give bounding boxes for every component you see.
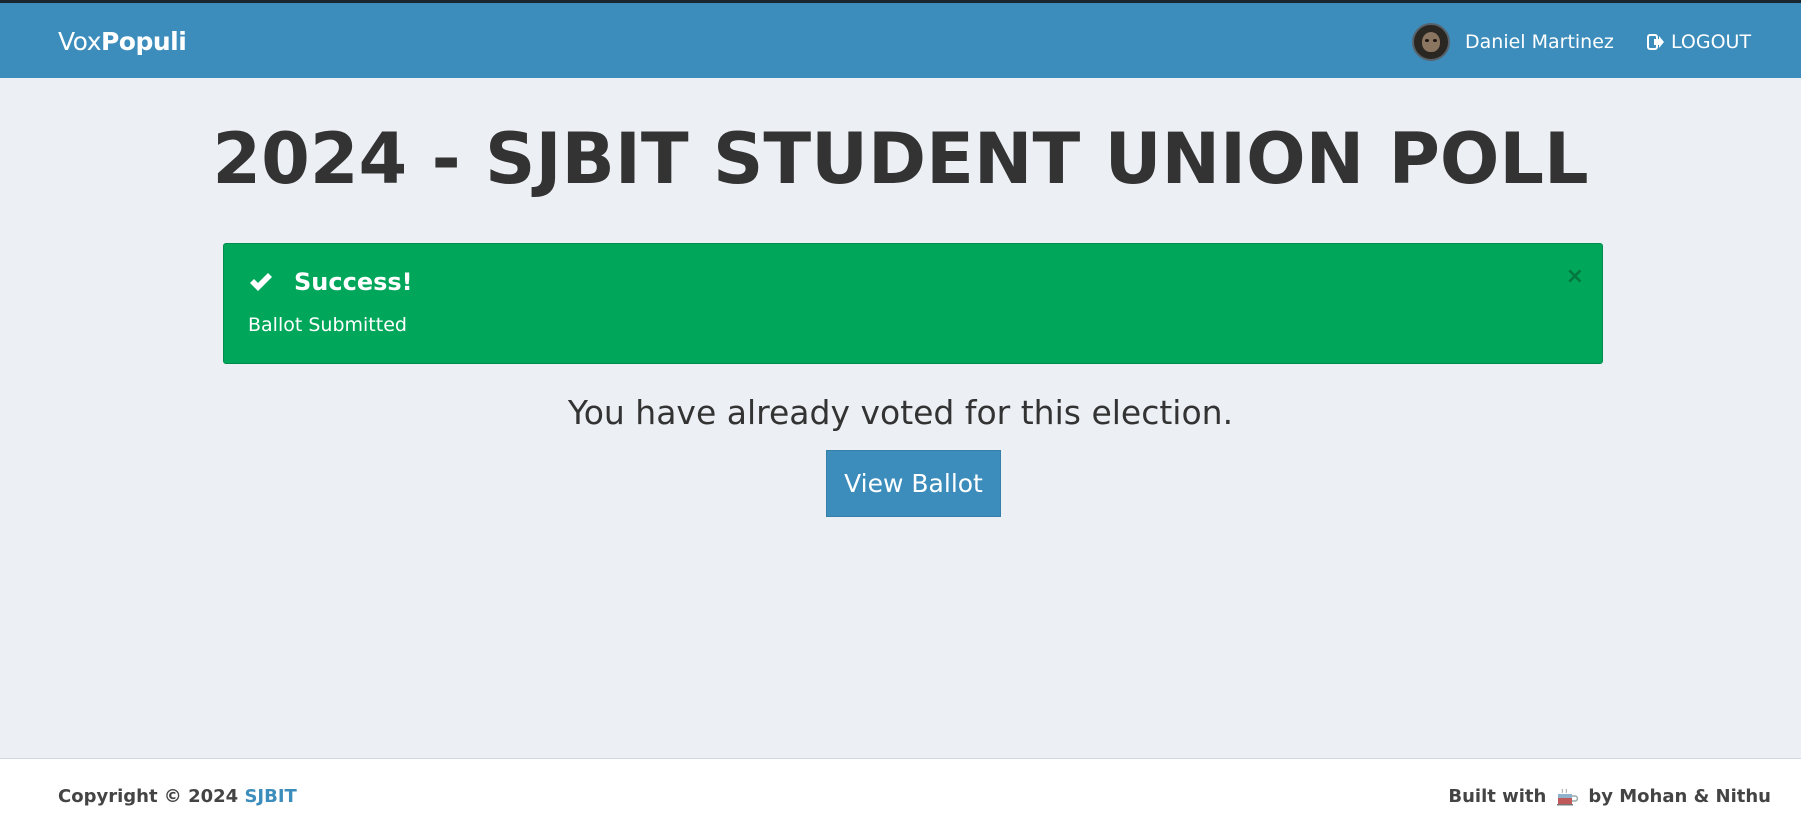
alert-title: Success! (294, 268, 413, 296)
brand-light: Vox (58, 27, 101, 56)
user-menu[interactable]: Daniel Martinez (1412, 23, 1614, 61)
built-by-text: by Mohan & Nithu (1588, 786, 1771, 807)
logout-label: LOGOUT (1671, 31, 1752, 53)
built-with-text: Built with (1448, 786, 1547, 807)
sjbit-link[interactable]: SJBIT (244, 786, 296, 807)
alert-header: Success! (248, 268, 413, 296)
check-icon (250, 273, 272, 291)
page-title: 2024 - SJBIT STUDENT UNION POLL (212, 118, 1589, 200)
user-name: Daniel Martinez (1465, 31, 1614, 53)
close-icon[interactable]: × (1566, 266, 1584, 288)
brand-bold: Populi (100, 27, 187, 56)
footer: Copyright © 2024 SJBIT Built with by Moh… (0, 758, 1801, 830)
avatar (1412, 23, 1450, 61)
copyright-text: Copyright © 2024 (58, 786, 239, 807)
logout-button[interactable]: LOGOUT (1647, 31, 1751, 53)
success-alert: Success! Ballot Submitted × (223, 243, 1603, 364)
copyright: Copyright © 2024 SJBIT (58, 786, 297, 807)
voted-message: You have already voted for this election… (567, 393, 1234, 432)
alert-message: Ballot Submitted (248, 314, 407, 336)
view-ballot-button[interactable]: View Ballot (826, 450, 1001, 517)
built-with: Built with by Mohan & Nithu (1448, 786, 1771, 807)
brand-logo[interactable]: VoxPopuli (58, 27, 187, 56)
sign-out-icon (1647, 34, 1664, 50)
navbar: VoxPopuli Daniel Martinez LOGOUT (0, 3, 1801, 78)
coffee-icon (1557, 788, 1579, 805)
